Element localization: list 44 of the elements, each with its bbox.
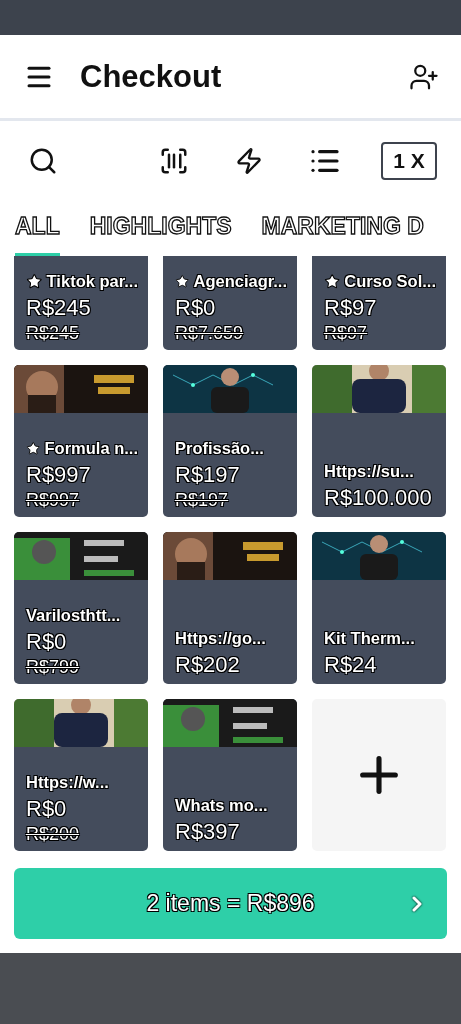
product-name: Profissão... (175, 438, 264, 458)
product-name: Https://go... (175, 628, 266, 648)
product-price: R$0 (26, 794, 68, 822)
product-price: R$24 (324, 650, 378, 678)
product-card[interactable]: Https://go... R$202 (163, 532, 297, 684)
product-name: Agenciagr... (193, 271, 287, 291)
product-name: Kit Therm... (324, 628, 415, 648)
product-price: R$0 (26, 627, 68, 655)
product-card[interactable]: Kit Therm... R$24 (312, 532, 446, 684)
product-card[interactable]: Tiktok par... R$245 R$245 (14, 256, 148, 350)
product-card[interactable]: Varilosthtt... R$0 R$799 (14, 532, 148, 684)
old-price: R$200 (26, 824, 81, 845)
old-price: R$197 (175, 490, 230, 511)
product-name: Curso Sol... (344, 271, 436, 291)
category-tab[interactable]: MARKETING D (261, 200, 424, 256)
product-name: Formula n... (44, 438, 138, 458)
product-card[interactable]: Agenciagr... R$0 R$7.659 (163, 256, 297, 350)
product-name: Tiktok par... (46, 271, 138, 291)
product-price: R$997 (26, 460, 92, 488)
zoom-button[interactable]: 1 X (381, 141, 437, 180)
product-price: R$0 (175, 293, 217, 321)
product-card[interactable]: Https://w... R$0 R$200 (14, 699, 148, 851)
product-price: R$397 (175, 817, 241, 845)
old-price: R$7.659 (175, 323, 245, 344)
product-price: R$202 (175, 650, 241, 678)
product-card[interactable]: Profissão... R$197 R$197 (163, 365, 297, 517)
old-price: R$799 (26, 657, 81, 678)
product-name: Https://w... (26, 772, 109, 792)
product-card[interactable]: Whats mo... R$397 (163, 699, 297, 851)
product-card[interactable]: Curso Sol... R$97 R$97 (312, 256, 446, 350)
product-card[interactable]: Https://su... R$100.000 (312, 365, 446, 517)
product-name: Https://su... (324, 461, 414, 481)
product-card[interactable]: Formula n... R$997 R$997 (14, 365, 148, 517)
product-price: R$100.000 (324, 483, 433, 511)
old-price: R$997 (26, 490, 81, 511)
product-name: Varilosthtt... (26, 605, 121, 625)
product-price: R$245 (26, 293, 92, 321)
product-price: R$197 (175, 460, 241, 488)
old-price: R$245 (26, 323, 81, 344)
product-name: Whats mo... (175, 795, 268, 815)
old-price: R$97 (324, 323, 369, 344)
category-tab[interactable]: HIGHLIGHTS (89, 200, 232, 256)
page-title: Checkout (80, 58, 223, 95)
product-price: R$97 (324, 293, 378, 321)
